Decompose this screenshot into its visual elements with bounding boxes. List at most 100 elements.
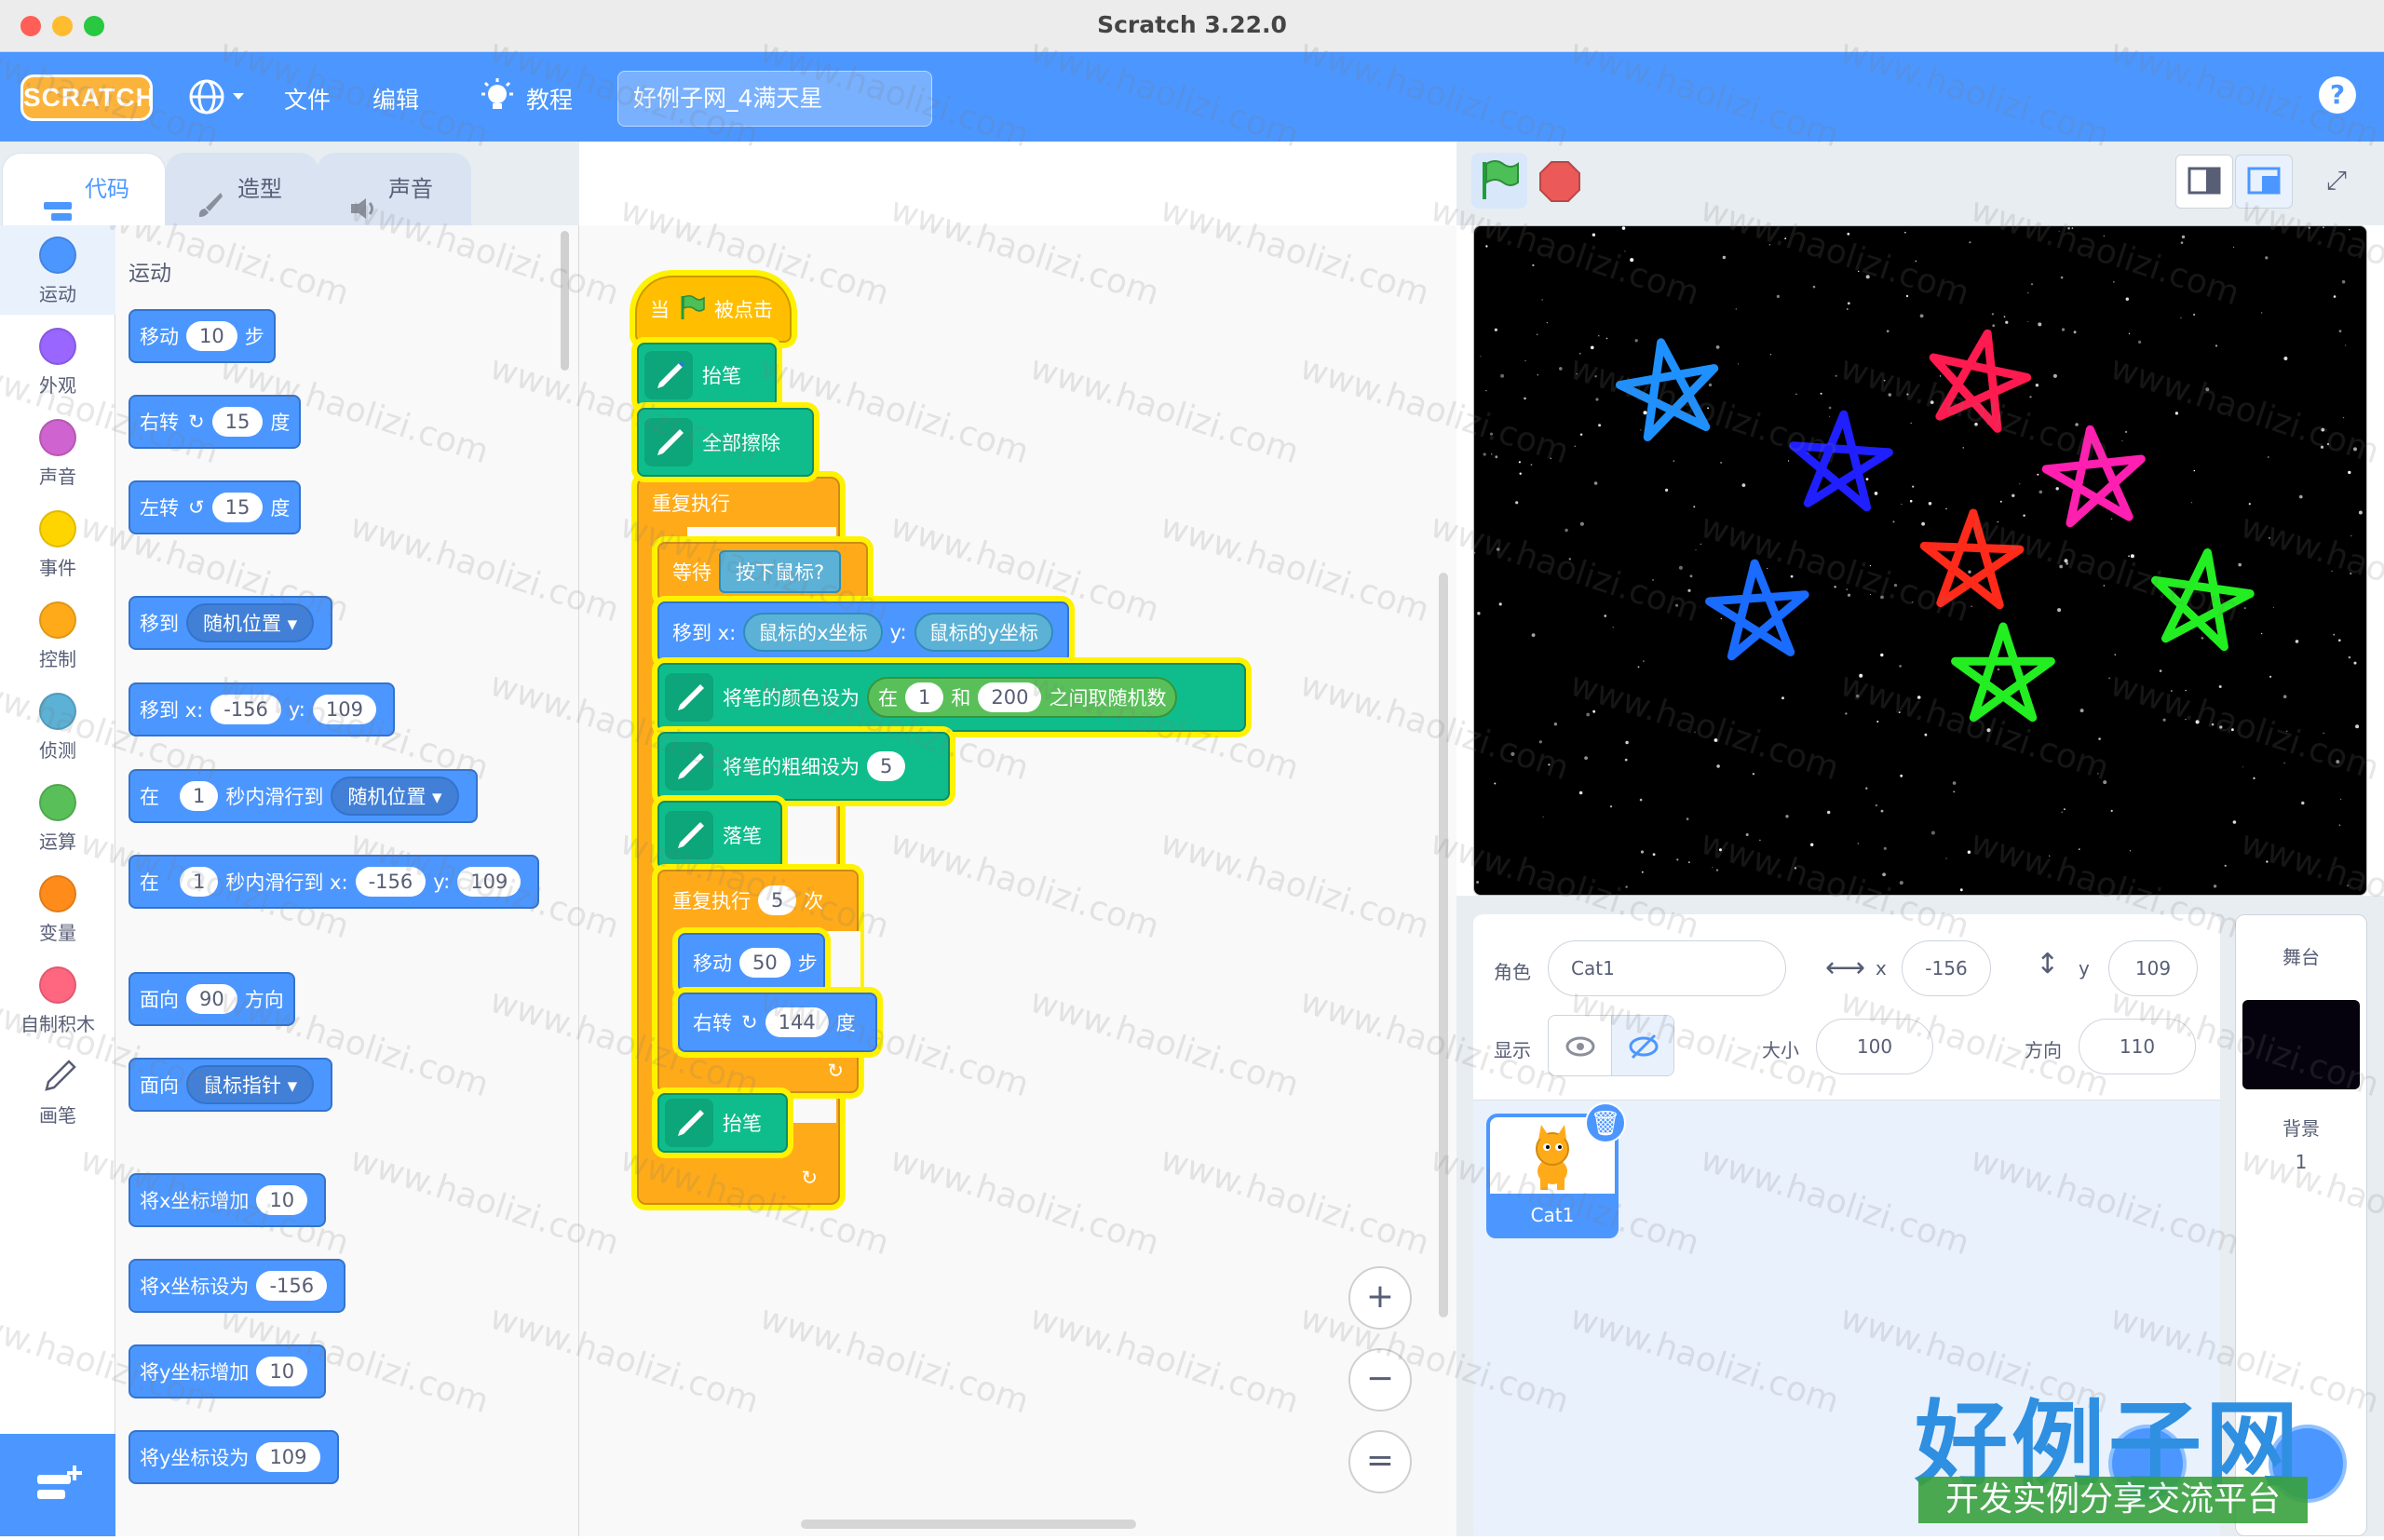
help-button[interactable]: ? (2319, 76, 2356, 114)
background-star-dot (2338, 330, 2342, 332)
block-dropdown[interactable]: 随机位置 ▾ (186, 603, 315, 642)
hide-button[interactable] (1612, 1016, 1673, 1075)
random-reporter[interactable]: 在 1 和 200 之间取随机数 (867, 677, 1178, 718)
size-input[interactable]: 100 (1816, 1019, 1933, 1074)
script-horizontal-scrollbar[interactable] (801, 1520, 1136, 1529)
edit-menu[interactable]: 编辑 (372, 82, 419, 115)
palette-move-block[interactable]: 移动 10 步 (129, 309, 276, 363)
category-item[interactable]: 声音 (0, 419, 115, 489)
small-stage-button[interactable] (2175, 155, 2233, 209)
pen-size-input[interactable]: 5 (867, 751, 906, 781)
tutorials-menu[interactable]: 教程 (526, 82, 573, 115)
palette-glide-block[interactable]: 在 1 秒内滑行到 随机位置 ▾ (129, 769, 478, 823)
add-extension-button[interactable] (0, 1434, 115, 1536)
pen-up-block[interactable]: 抬笔 (657, 1093, 788, 1153)
palette-change-x-block[interactable]: 将x坐标增加 10 (129, 1173, 327, 1227)
file-menu[interactable]: 文件 (284, 82, 331, 115)
block-dropdown[interactable]: 随机位置 ▾ (331, 777, 459, 816)
tab-costumes[interactable]: 造型 (166, 153, 318, 225)
background-star-dot (1901, 504, 1903, 506)
drawn-star (1705, 559, 1809, 661)
mouse-x-reporter[interactable]: 鼠标的x坐标 (743, 613, 883, 652)
degrees-input[interactable]: 144 (765, 1007, 829, 1037)
block-input[interactable]: 10 (186, 321, 237, 351)
turn-right-block[interactable]: 右转 ↻ 144 度 (678, 993, 877, 1052)
mouse-down-condition[interactable]: 按下鼠标? (719, 550, 842, 593)
palette-turn-right-block[interactable]: 右转 ↻ 15 度 (129, 395, 302, 449)
palette-turn-left-block[interactable]: 左转 ↺ 15 度 (129, 480, 302, 534)
background-star-dot (2218, 685, 2222, 688)
palette-glide-xy-block[interactable]: 在 1 秒内滑行到 x: -156 y: 109 (129, 855, 540, 909)
category-item[interactable]: 变量 (0, 875, 115, 945)
fullscreen-button[interactable]: ⤢ (2308, 155, 2365, 209)
palette-scrollbar[interactable] (561, 231, 569, 371)
block-input[interactable]: -156 (355, 867, 427, 897)
block-text: 之间取随机数 (1049, 687, 1167, 709)
block-input[interactable]: -156 (210, 695, 281, 724)
background-star-dot (2326, 442, 2330, 446)
script-vertical-scrollbar[interactable] (1439, 573, 1448, 1317)
x-input[interactable]: -156 (1902, 940, 1991, 996)
stop-button[interactable] (1538, 160, 1581, 207)
block-input[interactable]: -156 (256, 1271, 328, 1301)
block-input[interactable]: 10 (256, 1357, 308, 1386)
large-stage-button[interactable] (2235, 155, 2293, 209)
block-input[interactable]: 10 (256, 1185, 308, 1215)
block-input[interactable]: 1 (180, 867, 219, 897)
sprite-name-input[interactable]: Cat1 (1548, 940, 1786, 996)
green-flag-button[interactable] (1471, 153, 1527, 209)
block-input[interactable]: 15 (211, 407, 264, 437)
mouse-y-reporter[interactable]: 鼠标的y坐标 (914, 613, 1054, 652)
zoom-in-button[interactable]: + (1348, 1266, 1412, 1330)
palette-point-towards-block[interactable]: 面向 鼠标指针 ▾ (129, 1058, 333, 1112)
block-input[interactable]: 15 (211, 493, 264, 522)
category-item[interactable]: 自制积木 (0, 966, 115, 1036)
tab-code[interactable]: 代码 (2, 153, 166, 225)
category-item[interactable]: 控制 (0, 601, 115, 671)
pen-down-block[interactable]: 落笔 (657, 801, 782, 870)
clear-block[interactable]: 全部擦除 (637, 408, 814, 477)
block-input[interactable]: 109 (312, 695, 376, 724)
random-from-input[interactable]: 1 (905, 682, 944, 712)
background-star-dot (1695, 549, 1697, 551)
wait-until-block[interactable]: 等待 按下鼠标? (657, 542, 868, 601)
direction-input[interactable]: 110 (2079, 1019, 2196, 1074)
palette-goto-xy-block[interactable]: 移到 x: -156 y: 109 (129, 682, 395, 736)
language-menu[interactable] (186, 76, 253, 117)
stage-thumbnail[interactable] (2242, 1000, 2360, 1089)
palette-point-direction-block[interactable]: 面向 90 方向 (129, 972, 295, 1026)
block-input[interactable]: 109 (256, 1442, 320, 1472)
category-item[interactable]: 画笔 (0, 1058, 115, 1128)
tab-sounds[interactable]: 声音 (317, 153, 471, 225)
project-title-input[interactable]: 好例子网_4满天星 (617, 71, 932, 127)
category-item[interactable]: 运算 (0, 784, 115, 854)
set-pen-color-block[interactable]: 将笔的颜色设为 在 1 和 200 之间取随机数 (657, 663, 1246, 732)
palette-goto-block[interactable]: 移到 随机位置 ▾ (129, 596, 333, 650)
background-star-dot (2193, 469, 2196, 472)
zoom-out-button[interactable]: − (1348, 1348, 1412, 1412)
block-input[interactable]: 1 (180, 781, 219, 811)
scratch-logo[interactable]: SCRATCH (20, 74, 155, 121)
block-input[interactable]: 90 (186, 984, 237, 1014)
goto-mouse-block[interactable]: 移到 x: 鼠标的x坐标 y: 鼠标的y坐标 (657, 601, 1069, 663)
move-steps-block[interactable]: 移动 50 步 (678, 933, 825, 993)
stage-canvas[interactable] (1473, 225, 2367, 896)
random-to-input[interactable]: 200 (978, 682, 1042, 712)
set-pen-size-block[interactable]: 将笔的粗细设为 5 (657, 732, 950, 801)
palette-set-y-block[interactable]: 将y坐标设为 109 (129, 1430, 339, 1484)
delete-sprite-button[interactable]: 🗑 (1585, 1102, 1626, 1143)
category-item[interactable]: 外观 (0, 328, 115, 398)
repeat-count-input[interactable]: 5 (758, 885, 797, 915)
category-item[interactable]: 事件 (0, 510, 115, 580)
pen-up-block[interactable]: 抬笔 (637, 343, 777, 408)
block-dropdown[interactable]: 鼠标指针 ▾ (186, 1065, 315, 1104)
category-item[interactable]: 侦测 (0, 693, 115, 763)
show-button[interactable] (1549, 1016, 1612, 1075)
block-input[interactable]: 109 (457, 867, 522, 897)
steps-input[interactable]: 50 (739, 948, 791, 978)
palette-change-y-block[interactable]: 将y坐标增加 10 (129, 1344, 327, 1398)
when-flag-clicked-block[interactable]: 当 被点击 (635, 276, 792, 343)
y-input[interactable]: 109 (2108, 940, 2198, 996)
palette-set-x-block[interactable]: 将x坐标设为 -156 (129, 1259, 346, 1313)
zoom-reset-button[interactable]: = (1348, 1430, 1412, 1493)
